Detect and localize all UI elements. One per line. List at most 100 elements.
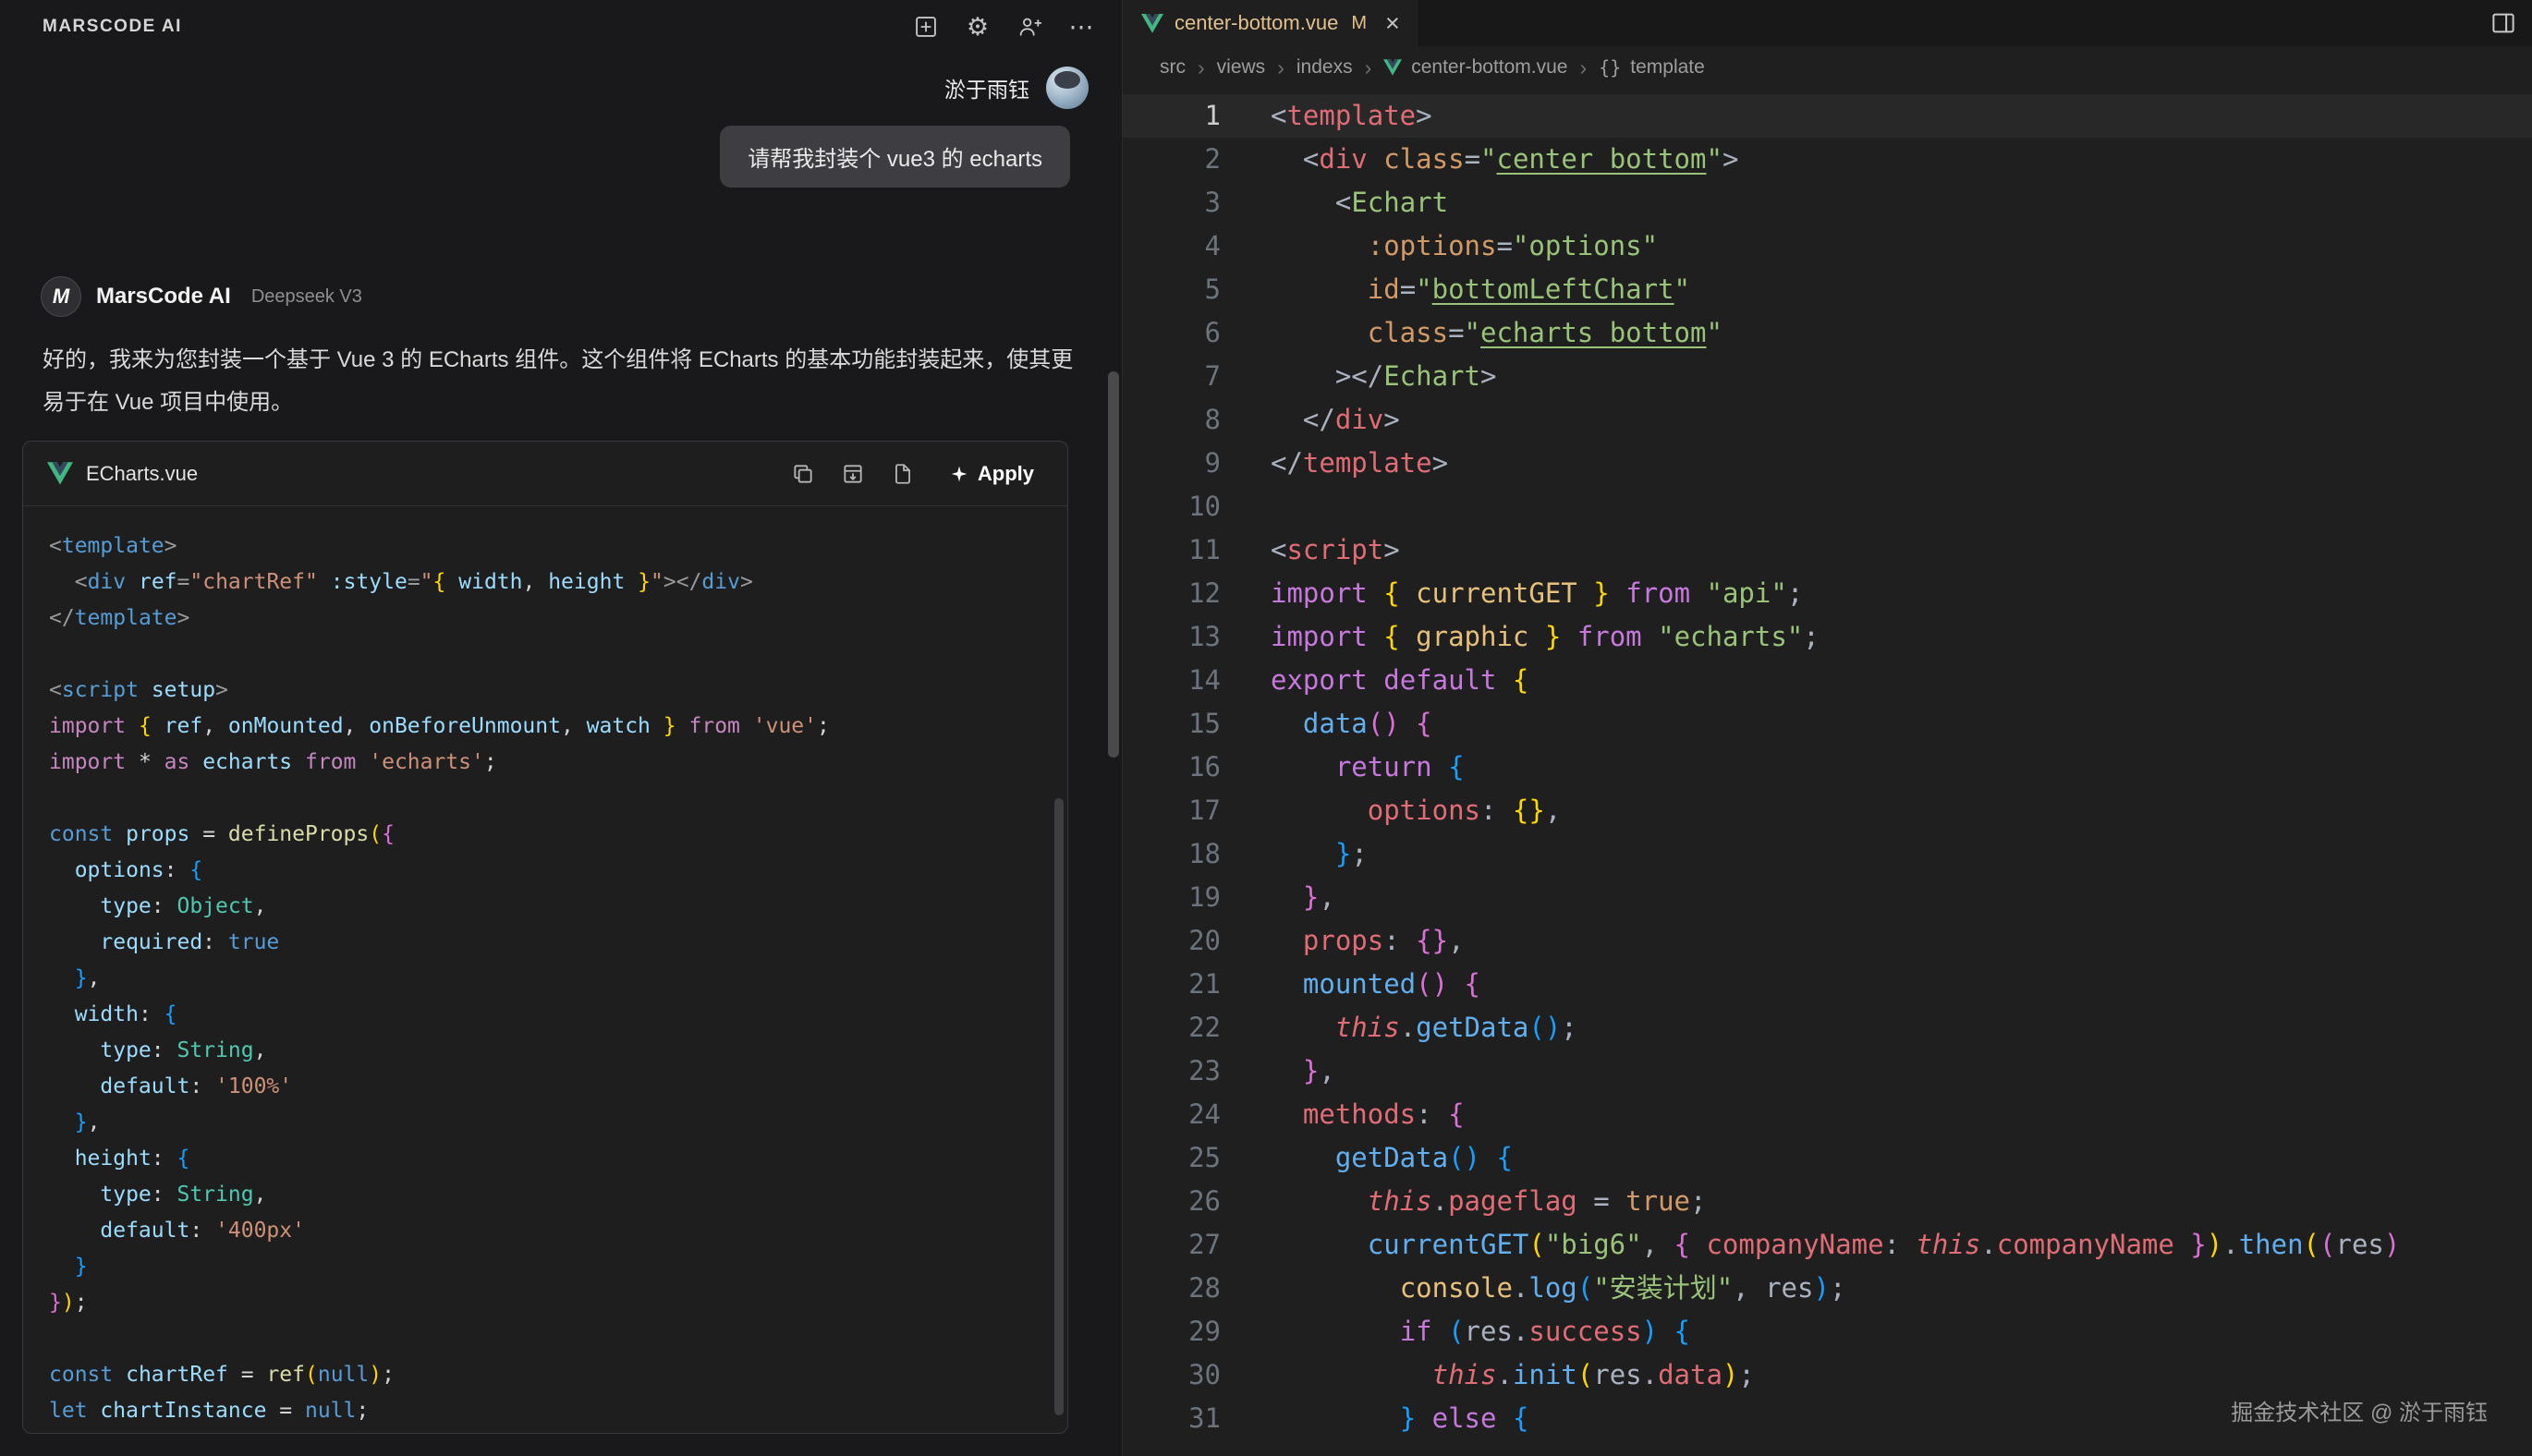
code-line[interactable]: const props = defineProps({: [49, 817, 1067, 853]
code-line[interactable]: 20 props: {},: [1123, 919, 2532, 963]
line-number[interactable]: 15: [1123, 702, 1271, 746]
line-number[interactable]: 6: [1123, 311, 1271, 355]
line-number[interactable]: 23: [1123, 1050, 1271, 1093]
code-line[interactable]: },: [49, 961, 1067, 997]
breadcrumb-item-file[interactable]: center-bottom.vue: [1383, 56, 1567, 79]
line-number[interactable]: 24: [1123, 1093, 1271, 1136]
line-number[interactable]: 3: [1123, 181, 1271, 224]
line-number[interactable]: 28: [1123, 1267, 1271, 1310]
code-line[interactable]: [49, 1321, 1067, 1357]
code-line[interactable]: });: [49, 1285, 1067, 1321]
code-line[interactable]: },: [49, 1105, 1067, 1141]
tab-close-icon[interactable]: ×: [1385, 11, 1400, 36]
chat-scrollbar[interactable]: [1108, 371, 1119, 758]
code-line[interactable]: import { ref, onMounted, onBeforeUnmount…: [49, 709, 1067, 745]
line-number[interactable]: 2: [1123, 138, 1271, 181]
tab-center-bottom-vue[interactable]: center-bottom.vue M ×: [1123, 0, 1419, 46]
line-number[interactable]: 18: [1123, 832, 1271, 876]
code-line[interactable]: 10: [1123, 485, 2532, 528]
code-line[interactable]: options: {: [49, 853, 1067, 889]
code-line[interactable]: [49, 637, 1067, 673]
code-line[interactable]: import * as echarts from 'echarts';: [49, 745, 1067, 781]
code-line[interactable]: 21 mounted() {: [1123, 963, 2532, 1006]
code-line[interactable]: 17 options: {},: [1123, 789, 2532, 832]
line-number[interactable]: 17: [1123, 789, 1271, 832]
code-line[interactable]: type: String,: [49, 1033, 1067, 1069]
more-actions-icon[interactable]: ⋯: [1066, 12, 1096, 42]
line-number[interactable]: 26: [1123, 1180, 1271, 1223]
code-line[interactable]: 14export default {: [1123, 659, 2532, 702]
code-line[interactable]: 24 methods: {: [1123, 1093, 2532, 1136]
breadcrumb-item-indexs[interactable]: indexs: [1296, 56, 1353, 79]
breadcrumb-item-src[interactable]: src: [1160, 56, 1186, 79]
line-number[interactable]: 20: [1123, 919, 1271, 963]
line-number[interactable]: 7: [1123, 355, 1271, 398]
code-line[interactable]: 16 return {: [1123, 746, 2532, 789]
copy-code-icon[interactable]: [791, 462, 815, 486]
line-number[interactable]: 29: [1123, 1310, 1271, 1353]
line-number[interactable]: 31: [1123, 1397, 1271, 1440]
code-line[interactable]: 26 this.pageflag = true;: [1123, 1180, 2532, 1223]
code-line[interactable]: 13import { graphic } from "echarts";: [1123, 615, 2532, 659]
code-line[interactable]: 25 getData() {: [1123, 1136, 2532, 1180]
code-line[interactable]: 28 console.log("安装计划", res);: [1123, 1267, 2532, 1310]
code-line[interactable]: <template>: [49, 528, 1067, 564]
code-line[interactable]: <div ref="chartRef" :style="{ width, hei…: [49, 564, 1067, 601]
code-line[interactable]: 18 };: [1123, 832, 2532, 876]
share-user-icon[interactable]: [1015, 12, 1044, 42]
code-line[interactable]: 11<script>: [1123, 528, 2532, 572]
code-line[interactable]: }: [49, 1249, 1067, 1285]
line-number[interactable]: 30: [1123, 1353, 1271, 1397]
code-line[interactable]: const chartRef = ref(null);: [49, 1357, 1067, 1393]
code-line[interactable]: default: '100%': [49, 1069, 1067, 1105]
code-line[interactable]: 27 currentGET("big6", { companyName: thi…: [1123, 1223, 2532, 1267]
code-line[interactable]: 19 },: [1123, 876, 2532, 919]
code-line[interactable]: [49, 781, 1067, 817]
line-number[interactable]: 12: [1123, 572, 1271, 615]
code-line[interactable]: width: {: [49, 997, 1067, 1033]
code-line[interactable]: 1<template>: [1123, 94, 2532, 138]
line-number[interactable]: 16: [1123, 746, 1271, 789]
code-line[interactable]: 3 <Echart: [1123, 181, 2532, 224]
code-line[interactable]: 2 <div class="center_bottom">: [1123, 138, 2532, 181]
new-chat-icon[interactable]: [911, 12, 941, 42]
code-line[interactable]: 15 data() {: [1123, 702, 2532, 746]
card-code[interactable]: <template> <div ref="chartRef" :style="{…: [23, 506, 1067, 1429]
line-number[interactable]: 13: [1123, 615, 1271, 659]
split-editor-icon[interactable]: [2489, 9, 2517, 37]
code-line[interactable]: default: '400px': [49, 1213, 1067, 1249]
insert-code-icon[interactable]: [841, 462, 865, 486]
code-line[interactable]: type: Object,: [49, 889, 1067, 925]
code-line[interactable]: 29 if (res.success) {: [1123, 1310, 2532, 1353]
code-line[interactable]: 7 ></Echart>: [1123, 355, 2532, 398]
code-line[interactable]: 12import { currentGET } from "api";: [1123, 572, 2532, 615]
editor-code[interactable]: 1<template>2 <div class="center_bottom">…: [1123, 89, 2532, 1456]
line-number[interactable]: 8: [1123, 398, 1271, 442]
code-line[interactable]: 9</template>: [1123, 442, 2532, 485]
code-line[interactable]: 23 },: [1123, 1050, 2532, 1093]
line-number[interactable]: 14: [1123, 659, 1271, 702]
code-line[interactable]: 8 </div>: [1123, 398, 2532, 442]
line-number[interactable]: 25: [1123, 1136, 1271, 1180]
line-number[interactable]: 10: [1123, 485, 1271, 528]
line-number[interactable]: 9: [1123, 442, 1271, 485]
card-scrollbar[interactable]: [1054, 798, 1064, 1415]
code-line[interactable]: 30 this.init(res.data);: [1123, 1353, 2532, 1397]
code-line[interactable]: <script setup>: [49, 673, 1067, 709]
code-line[interactable]: height: {: [49, 1141, 1067, 1177]
line-number[interactable]: 11: [1123, 528, 1271, 572]
code-line[interactable]: 4 :options="options": [1123, 224, 2532, 268]
code-line[interactable]: type: String,: [49, 1177, 1067, 1213]
line-number[interactable]: 22: [1123, 1006, 1271, 1050]
breadcrumb-item-views[interactable]: views: [1217, 56, 1266, 79]
code-line[interactable]: 6 class="echarts_bottom": [1123, 311, 2532, 355]
settings-gear-icon[interactable]: ⚙: [963, 12, 992, 42]
code-line[interactable]: 22 this.getData();: [1123, 1006, 2532, 1050]
code-line[interactable]: let chartInstance = null;: [49, 1393, 1067, 1429]
code-line[interactable]: </template>: [49, 601, 1067, 637]
line-number[interactable]: 5: [1123, 268, 1271, 311]
line-number[interactable]: 19: [1123, 876, 1271, 919]
apply-button[interactable]: Apply: [941, 456, 1043, 491]
line-number[interactable]: 1: [1123, 94, 1271, 138]
breadcrumb-item-template[interactable]: {} template: [1599, 56, 1705, 79]
